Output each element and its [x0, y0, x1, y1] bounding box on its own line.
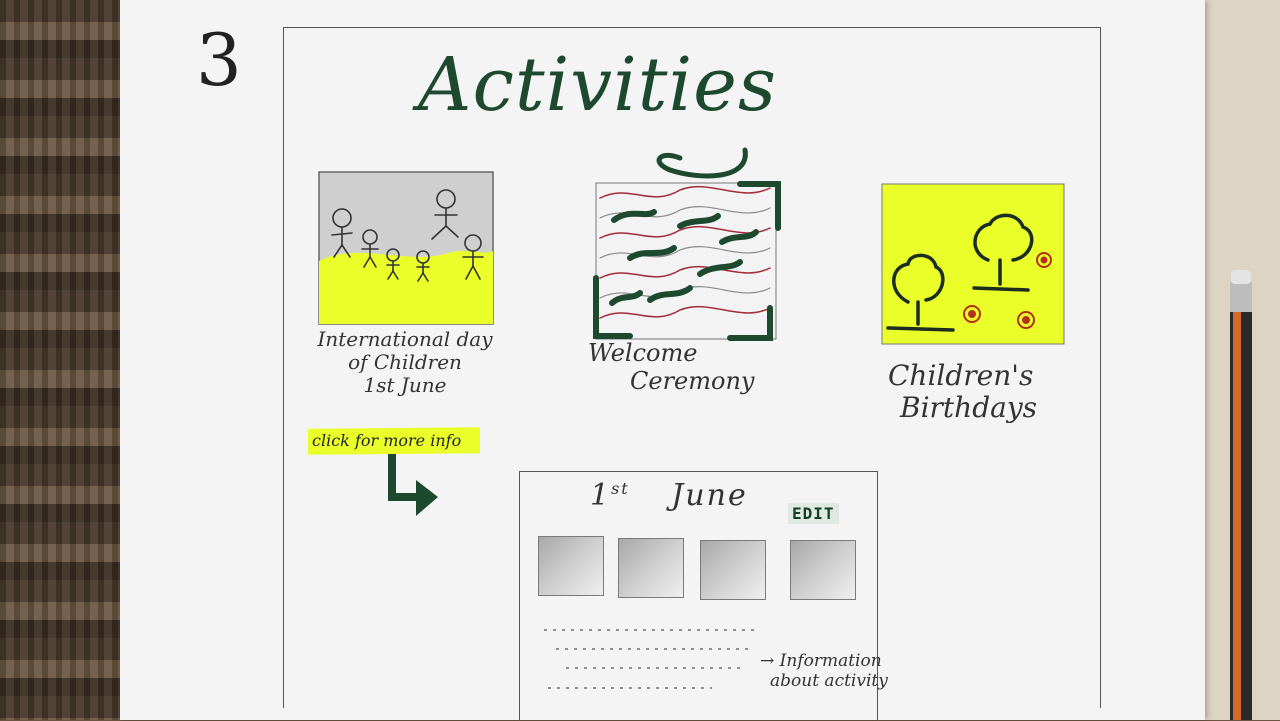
arrow-down-right-icon [388, 454, 438, 516]
activity-image-children[interactable] [318, 171, 494, 325]
placeholder-text-lines [544, 629, 760, 689]
caption-line: of Children [348, 350, 462, 374]
activity-caption-welcome[interactable]: Welcome Ceremony [588, 339, 778, 395]
photo-thumbnail[interactable] [790, 540, 856, 600]
pencil [1230, 270, 1252, 720]
caption-line: Welcome [588, 339, 698, 367]
date-day: 1 [590, 478, 612, 513]
caption-line: Birthdays [900, 391, 1038, 425]
title-swash-decoration [656, 147, 748, 179]
caption-line: Children's [888, 359, 1034, 392]
activity-image-welcome[interactable] [590, 178, 784, 346]
page-number: 3 [196, 18, 242, 102]
info-annotation: → Information about activity [760, 651, 910, 691]
activity-caption-children[interactable]: International day of Children 1st June [305, 328, 505, 397]
activity-image-birthdays[interactable] [878, 182, 1066, 346]
more-info-link[interactable]: click for more info [312, 431, 482, 450]
caption-line: 1st June [363, 373, 447, 397]
photo-thumbnail[interactable] [700, 540, 766, 600]
caption-line: Ceremony [630, 366, 755, 395]
date-suffix: st [611, 479, 630, 498]
background-carpet [0, 0, 140, 720]
caption-line: International day [317, 327, 493, 351]
detail-date: 1st June [590, 478, 748, 513]
edit-button[interactable]: EDIT [788, 503, 839, 524]
info-annotation-text: about activity [770, 670, 888, 691]
activity-caption-birthdays[interactable]: Children's Birthdays [880, 359, 1060, 425]
photo-thumbnail[interactable] [618, 538, 684, 598]
info-annotation-line: → Information [760, 651, 882, 671]
info-annotation-text: Information [779, 651, 882, 671]
date-month: June [671, 478, 748, 513]
photo-thumbnail[interactable] [538, 536, 604, 596]
